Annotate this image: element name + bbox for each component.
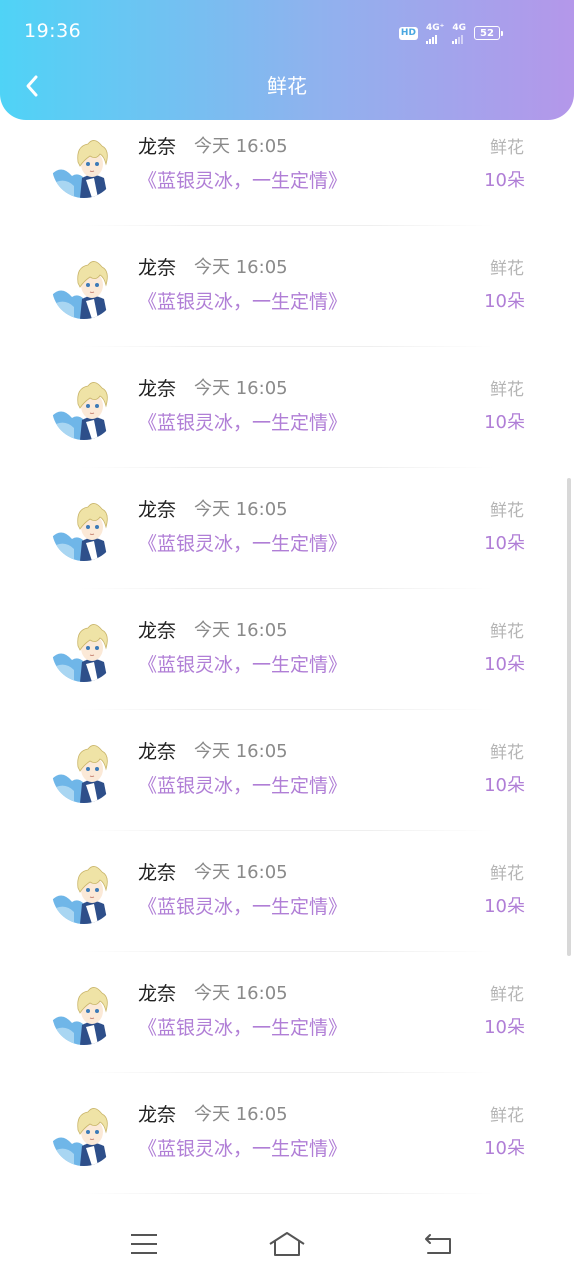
avatar[interactable]	[52, 860, 116, 924]
battery-level: 52	[480, 27, 494, 39]
list-item[interactable]: 龙奈 今天 16:05 《蓝银灵冰，一生定情》 鲜花 10朵	[0, 255, 574, 376]
gift-count: 10朵	[484, 896, 525, 917]
gift-type: 鲜花	[490, 501, 524, 521]
signal-1-icon: 4G⁺	[425, 22, 445, 44]
scrollbar[interactable]	[567, 478, 571, 956]
avatar[interactable]	[52, 134, 116, 198]
gift-count: 10朵	[484, 291, 525, 312]
divider	[80, 225, 494, 226]
gift-title: 《蓝银灵冰，一生定情》	[138, 1017, 348, 1039]
sender-name: 龙奈	[138, 136, 177, 158]
status-icons: HD 4G⁺ 4G 52	[398, 22, 503, 44]
divider	[80, 951, 494, 952]
gift-type: 鲜花	[490, 1106, 524, 1126]
send-time: 今天 16:05	[194, 620, 288, 641]
list-item[interactable]: 龙奈 今天 16:05 《蓝银灵冰，一生定情》 鲜花 10朵	[0, 1102, 574, 1223]
home-icon	[269, 1232, 305, 1256]
sender-name: 龙奈	[138, 378, 177, 400]
divider	[80, 588, 494, 589]
gift-title: 《蓝银灵冰，一生定情》	[138, 654, 348, 676]
status-time: 19:36	[24, 20, 82, 42]
gift-count: 10朵	[484, 775, 525, 796]
list-item[interactable]: 龙奈 今天 16:05 《蓝银灵冰，一生定情》 鲜花 10朵	[0, 981, 574, 1102]
list-item[interactable]: 龙奈 今天 16:05 《蓝银灵冰，一生定情》 鲜花 10朵	[0, 497, 574, 618]
avatar[interactable]	[52, 981, 116, 1045]
page-title: 鲜花	[267, 74, 307, 98]
gift-title: 《蓝银灵冰，一生定情》	[138, 412, 348, 434]
menu-icon	[131, 1234, 157, 1254]
list-item[interactable]: 龙奈 今天 16:05 《蓝银灵冰，一生定情》 鲜花 10朵	[0, 376, 574, 497]
sender-name: 龙奈	[138, 741, 177, 763]
gift-title: 《蓝银灵冰，一生定情》	[138, 291, 348, 313]
gift-type: 鲜花	[490, 380, 524, 400]
flowers-page: 龙奈 今天 16:05 《蓝银灵冰，一生定情》 鲜花 10朵 龙奈 今天 16:…	[0, 0, 574, 1280]
send-time: 今天 16:05	[194, 862, 288, 883]
send-time: 今天 16:05	[194, 499, 288, 520]
system-back-button[interactable]	[418, 1224, 458, 1264]
gift-type: 鲜花	[490, 743, 524, 763]
gift-title: 《蓝银灵冰，一生定情》	[138, 170, 348, 192]
gift-type: 鲜花	[490, 138, 524, 158]
system-nav-bar	[0, 1206, 574, 1280]
gift-count: 10朵	[484, 533, 525, 554]
avatar[interactable]	[52, 255, 116, 319]
gift-title: 《蓝银灵冰，一生定情》	[138, 1138, 348, 1160]
gift-count: 10朵	[484, 1138, 525, 1159]
battery-icon: 52	[474, 26, 503, 40]
avatar[interactable]	[52, 1102, 116, 1166]
gift-count: 10朵	[484, 654, 525, 675]
gift-type: 鲜花	[490, 622, 524, 642]
list-item[interactable]: 龙奈 今天 16:05 《蓝银灵冰，一生定情》 鲜花 10朵	[0, 860, 574, 981]
gift-title: 《蓝银灵冰，一生定情》	[138, 775, 348, 797]
send-time: 今天 16:05	[194, 257, 288, 278]
header-bar: 19:36 HD 4G⁺ 4G 52 鲜花	[0, 0, 574, 120]
avatar[interactable]	[52, 618, 116, 682]
send-time: 今天 16:05	[194, 983, 288, 1004]
list-item[interactable]: 龙奈 今天 16:05 《蓝银灵冰，一生定情》 鲜花 10朵	[0, 618, 574, 739]
avatar[interactable]	[52, 739, 116, 803]
gift-type: 鲜花	[490, 259, 524, 279]
divider	[80, 709, 494, 710]
avatar[interactable]	[52, 497, 116, 561]
network-type-1: 4G⁺	[425, 22, 445, 33]
gift-count: 10朵	[484, 1017, 525, 1038]
send-time: 今天 16:05	[194, 378, 288, 399]
send-time: 今天 16:05	[194, 741, 288, 762]
back-icon	[425, 1234, 451, 1254]
divider	[80, 1193, 494, 1194]
gift-title: 《蓝银灵冰，一生定情》	[138, 896, 348, 918]
divider	[80, 467, 494, 468]
network-type-2: 4G	[452, 22, 466, 33]
avatar[interactable]	[52, 376, 116, 440]
gift-count: 10朵	[484, 412, 525, 433]
list-item[interactable]: 龙奈 今天 16:05 《蓝银灵冰，一生定情》 鲜花 10朵	[0, 739, 574, 860]
sender-name: 龙奈	[138, 862, 177, 884]
home-button[interactable]	[267, 1224, 307, 1264]
sender-name: 龙奈	[138, 620, 177, 642]
divider	[80, 346, 494, 347]
divider	[80, 1072, 494, 1073]
sender-name: 龙奈	[138, 257, 177, 279]
sender-name: 龙奈	[138, 1104, 177, 1126]
sender-name: 龙奈	[138, 983, 177, 1005]
list-item[interactable]: 龙奈 今天 16:05 《蓝银灵冰，一生定情》 鲜花 10朵	[0, 134, 574, 255]
gift-type: 鲜花	[490, 864, 524, 884]
menu-button[interactable]	[124, 1224, 164, 1264]
send-time: 今天 16:05	[194, 1104, 288, 1125]
gift-title: 《蓝银灵冰，一生定情》	[138, 533, 348, 555]
gift-type: 鲜花	[490, 985, 524, 1005]
divider	[80, 830, 494, 831]
hd-icon: HD	[398, 26, 418, 40]
sender-name: 龙奈	[138, 499, 177, 521]
send-time: 今天 16:05	[194, 136, 288, 157]
signal-2-icon: 4G	[452, 23, 466, 44]
gift-count: 10朵	[484, 170, 525, 191]
